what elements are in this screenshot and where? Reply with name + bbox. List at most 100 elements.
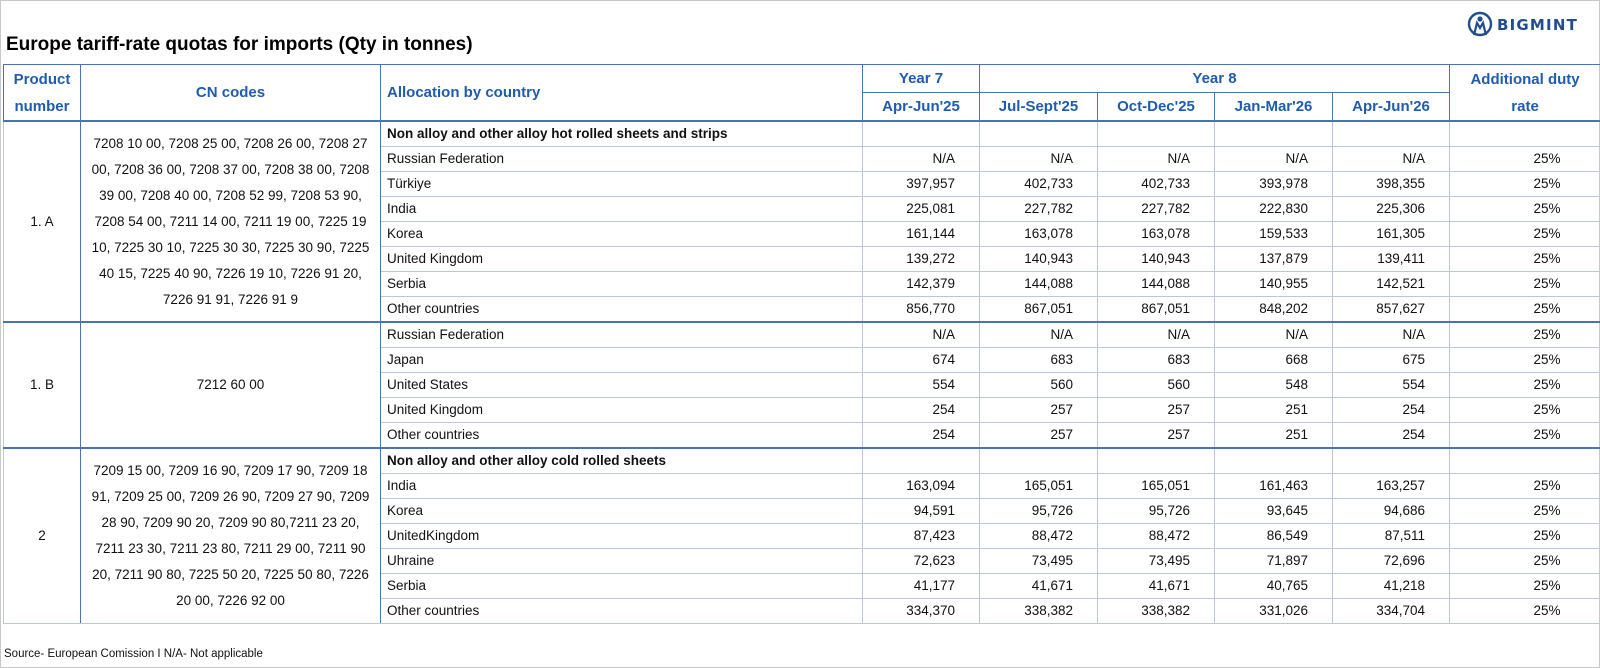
quota-value: N/A — [979, 146, 1098, 172]
quota-value: 222,830 — [1214, 196, 1333, 222]
quota-value: 159,533 — [1214, 221, 1333, 247]
quota-value: 225,081 — [862, 196, 980, 222]
quota-value: 254 — [862, 422, 980, 449]
quota-value: 142,521 — [1331, 271, 1450, 297]
quota-value: 142,379 — [862, 271, 980, 297]
country-name: Korea — [380, 498, 863, 524]
quota-value: 94,591 — [862, 498, 980, 524]
country-name: India — [380, 473, 863, 499]
duty-rate: 25% — [1449, 146, 1600, 172]
quota-value: 334,704 — [1331, 598, 1450, 624]
quota-value: 856,770 — [862, 296, 980, 323]
quota-value: 88,472 — [979, 523, 1098, 549]
quota-value: 87,423 — [862, 523, 980, 549]
brand-logo: BIGMINT — [1467, 10, 1578, 40]
quota-value: 144,088 — [979, 271, 1098, 297]
quota-value: 144,088 — [1097, 271, 1215, 297]
country-name: Other countries — [380, 598, 863, 624]
quota-value: N/A — [1331, 146, 1450, 172]
country-name: Uhraine — [380, 548, 863, 574]
product-number-cell: 1. A — [3, 120, 81, 323]
quota-value: 161,144 — [862, 221, 980, 247]
quota-value: 548 — [1214, 372, 1333, 398]
header-product-number: Product number — [3, 64, 81, 122]
duty-rate: 25% — [1449, 598, 1600, 624]
quota-value: 257 — [979, 397, 1098, 423]
duty-rate: 25% — [1449, 196, 1600, 222]
duty-rate: 25% — [1449, 296, 1600, 323]
quota-value: 867,051 — [979, 296, 1098, 323]
country-name: Korea — [380, 221, 863, 247]
quota-value: N/A — [1097, 321, 1215, 348]
quota-value: 40,765 — [1214, 573, 1333, 599]
quota-value: 165,051 — [1097, 473, 1215, 499]
country-name: Japan — [380, 347, 863, 373]
quota-value: 227,782 — [979, 196, 1098, 222]
quota-value: N/A — [979, 321, 1098, 348]
duty-rate: 25% — [1449, 321, 1600, 348]
bigmint-logo-icon — [1467, 11, 1493, 37]
cn-codes-cell: 7209 15 00, 7209 16 90, 7209 17 90, 7209… — [80, 447, 381, 624]
quota-value: 560 — [979, 372, 1098, 398]
duty-rate: 25% — [1449, 171, 1600, 197]
quota-value: 163,078 — [1097, 221, 1215, 247]
quota-value: 41,671 — [979, 573, 1098, 599]
duty-rate: 25% — [1449, 523, 1600, 549]
quota-value: 161,463 — [1214, 473, 1333, 499]
country-name: Other countries — [380, 422, 863, 449]
quota-value: 338,382 — [979, 598, 1098, 624]
country-name: India — [380, 196, 863, 222]
quota-value: 93,645 — [1214, 498, 1333, 524]
cn-codes-cell: 7208 10 00, 7208 25 00, 7208 26 00, 7208… — [80, 120, 381, 323]
quota-value: 251 — [1214, 422, 1333, 449]
quota-value: 41,177 — [862, 573, 980, 599]
quota-value: 140,955 — [1214, 271, 1333, 297]
quota-value: 254 — [1331, 422, 1450, 449]
page-title: Europe tariff-rate quotas for imports (Q… — [6, 34, 473, 55]
quota-value: 163,078 — [979, 221, 1098, 247]
quota-value: 137,879 — [1214, 246, 1333, 272]
country-name: Türkiye — [380, 171, 863, 197]
duty-rate: 25% — [1449, 221, 1600, 247]
brand-name: BIGMINT — [1497, 16, 1579, 34]
country-name: Serbia — [380, 573, 863, 599]
product-number-cell: 2 — [3, 447, 81, 624]
quota-value: 398,355 — [1331, 171, 1450, 197]
quota-value: 95,726 — [979, 498, 1098, 524]
duty-rate: 25% — [1449, 498, 1600, 524]
duty-rate: 25% — [1449, 372, 1600, 398]
quota-value: 72,696 — [1331, 548, 1450, 574]
country-name: United States — [380, 372, 863, 398]
quota-value: 73,495 — [1097, 548, 1215, 574]
quota-value: 683 — [1097, 347, 1215, 373]
quota-value: 683 — [979, 347, 1098, 373]
quota-value: 139,411 — [1331, 246, 1450, 272]
country-name: Russian Federation — [380, 146, 863, 172]
quota-value: 140,943 — [979, 246, 1098, 272]
quota-value: 254 — [1331, 397, 1450, 423]
quota-value: 674 — [862, 347, 980, 373]
quota-value: 251 — [1214, 397, 1333, 423]
country-name: UnitedKingdom — [380, 523, 863, 549]
duty-rate: 25% — [1449, 397, 1600, 423]
quota-value: N/A — [1214, 146, 1333, 172]
quota-value: 668 — [1214, 347, 1333, 373]
duty-rate: 25% — [1449, 347, 1600, 373]
quota-value: N/A — [862, 321, 980, 348]
duty-rate: 25% — [1449, 473, 1600, 499]
quota-value: 71,897 — [1214, 548, 1333, 574]
quota-value: 848,202 — [1214, 296, 1333, 323]
quota-value: N/A — [862, 146, 980, 172]
header-period: Apr-Jun'25 — [862, 92, 980, 122]
tariff-quota-table: Product number CN codes Allocation by co… — [3, 64, 1600, 624]
header-year8: Year 8 — [978, 64, 1451, 93]
quota-value: 161,305 — [1331, 221, 1450, 247]
quota-value: 554 — [862, 372, 980, 398]
product-number-cell: 1. B — [3, 321, 81, 449]
quota-value: 257 — [979, 422, 1098, 449]
duty-rate: 25% — [1449, 246, 1600, 272]
quota-value: 72,623 — [862, 548, 980, 574]
quota-value: 87,511 — [1331, 523, 1450, 549]
quota-value: 165,051 — [979, 473, 1098, 499]
quota-value: 338,382 — [1097, 598, 1215, 624]
